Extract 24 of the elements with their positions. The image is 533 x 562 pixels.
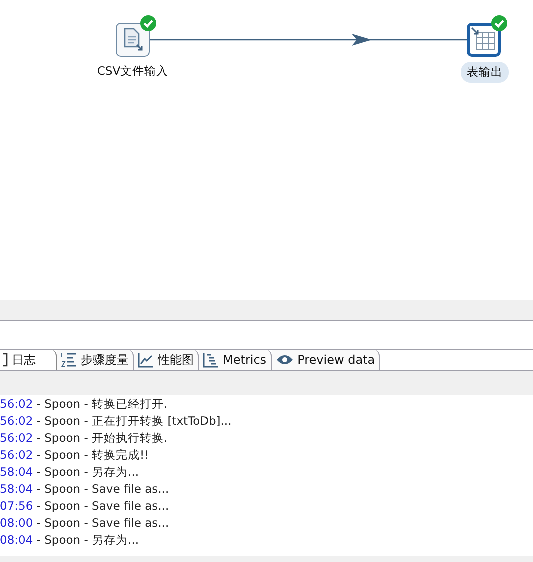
file-icon	[122, 28, 144, 52]
log-line: 08:04 - Spoon - 另存为...	[0, 532, 140, 549]
step-label: CSV文件输入	[96, 63, 170, 80]
step-label: 表输出	[461, 62, 509, 83]
panel-tab[interactable]: Metrics	[199, 350, 272, 370]
log-line: 08:00 - Spoon - Save file as...	[0, 515, 170, 532]
table-icon	[471, 27, 497, 53]
log-line: 58:04 - Spoon - Save file as...	[0, 481, 170, 498]
numbered-list-icon	[61, 352, 77, 368]
eye-icon	[276, 354, 294, 366]
step-node[interactable]	[467, 23, 501, 57]
log-line: 58:04 - Spoon - 另存为...	[0, 464, 140, 481]
panel-tab[interactable]: Preview data	[272, 350, 380, 370]
log-line: 56:02 - Spoon - 正在打开转换 [txtToDb]...	[0, 413, 233, 430]
step-node[interactable]	[116, 23, 150, 57]
panel-tab[interactable]: 日志	[0, 350, 57, 370]
log-line: 56:02 - Spoon - 开始执行转换.	[0, 430, 169, 447]
gantt-icon	[203, 352, 219, 368]
log-line: 56:02 - Spoon - 转换完成!!	[0, 447, 150, 464]
line-chart-icon	[138, 352, 154, 368]
log-line: 07:56 - Spoon - Save file as...	[0, 498, 170, 515]
panel-tab[interactable]: 性能图	[134, 350, 199, 370]
log-line: 56:02 - Spoon - 转换已经打开.	[0, 396, 169, 413]
panel-tab[interactable]: 步骤度量	[57, 350, 134, 370]
